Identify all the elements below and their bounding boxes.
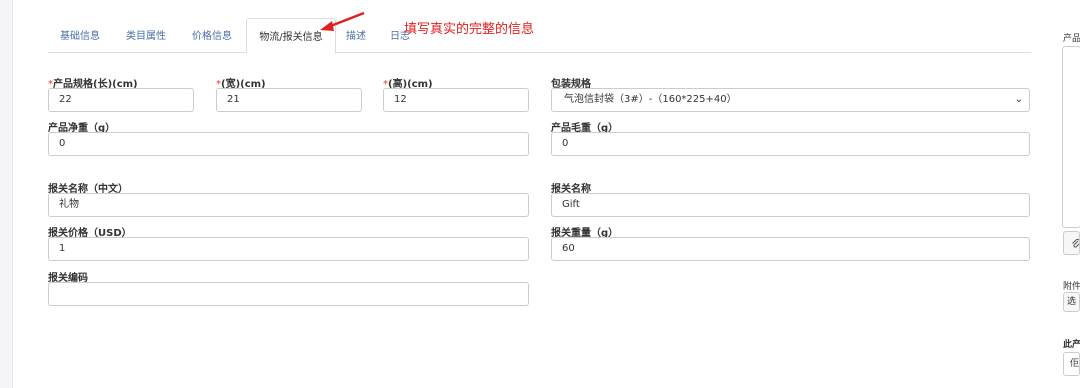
right-panel-textarea[interactable] bbox=[1062, 46, 1080, 228]
tab-basic-info[interactable]: 基础信息 bbox=[48, 18, 112, 52]
customs-code-input[interactable] bbox=[48, 282, 529, 306]
paperclip-icon bbox=[1072, 239, 1079, 248]
tab-price-info[interactable]: 价格信息 bbox=[180, 18, 244, 52]
tab-bar: 基础信息 类目属性 价格信息 物流/报关信息 描述 日志 bbox=[48, 18, 1031, 54]
packaging-select[interactable]: 气泡信封袋（3#）-（160*225+40） ⌄ bbox=[551, 88, 1030, 112]
bottom-right-select-value: 佢 bbox=[1070, 359, 1080, 369]
right-panel-label: 产品 bbox=[1063, 34, 1080, 44]
customs-weight-input[interactable]: 60 bbox=[551, 237, 1030, 261]
width-input[interactable]: 21 bbox=[216, 88, 362, 112]
choose-file-button-label: 选 bbox=[1067, 297, 1077, 307]
chevron-down-icon: ⌄ bbox=[1014, 94, 1023, 105]
customs-name-cn-input[interactable]: 礼物 bbox=[48, 193, 529, 217]
attach-file-button[interactable] bbox=[1063, 231, 1080, 255]
gross-weight-input[interactable]: 0 bbox=[551, 132, 1030, 156]
left-sidebar-edge bbox=[0, 0, 13, 388]
height-input[interactable]: 12 bbox=[383, 88, 529, 112]
customs-price-input[interactable]: 1 bbox=[48, 237, 529, 261]
customs-name-input[interactable]: Gift bbox=[551, 193, 1030, 217]
annotation-text: 填写真实的完整的信息 bbox=[404, 22, 535, 37]
attachment-label: 附件 bbox=[1063, 282, 1080, 292]
packaging-select-value: 气泡信封袋（3#）-（160*225+40） bbox=[564, 94, 737, 105]
choose-file-button[interactable]: 选 bbox=[1063, 292, 1080, 312]
bottom-right-label: 此产 bbox=[1063, 340, 1080, 350]
net-weight-input[interactable]: 0 bbox=[48, 132, 529, 156]
tab-category-attributes[interactable]: 类目属性 bbox=[114, 18, 178, 52]
bottom-right-select[interactable]: 佢 bbox=[1063, 352, 1080, 376]
length-input[interactable]: 22 bbox=[48, 88, 194, 112]
annotation-arrow-icon bbox=[320, 11, 365, 31]
